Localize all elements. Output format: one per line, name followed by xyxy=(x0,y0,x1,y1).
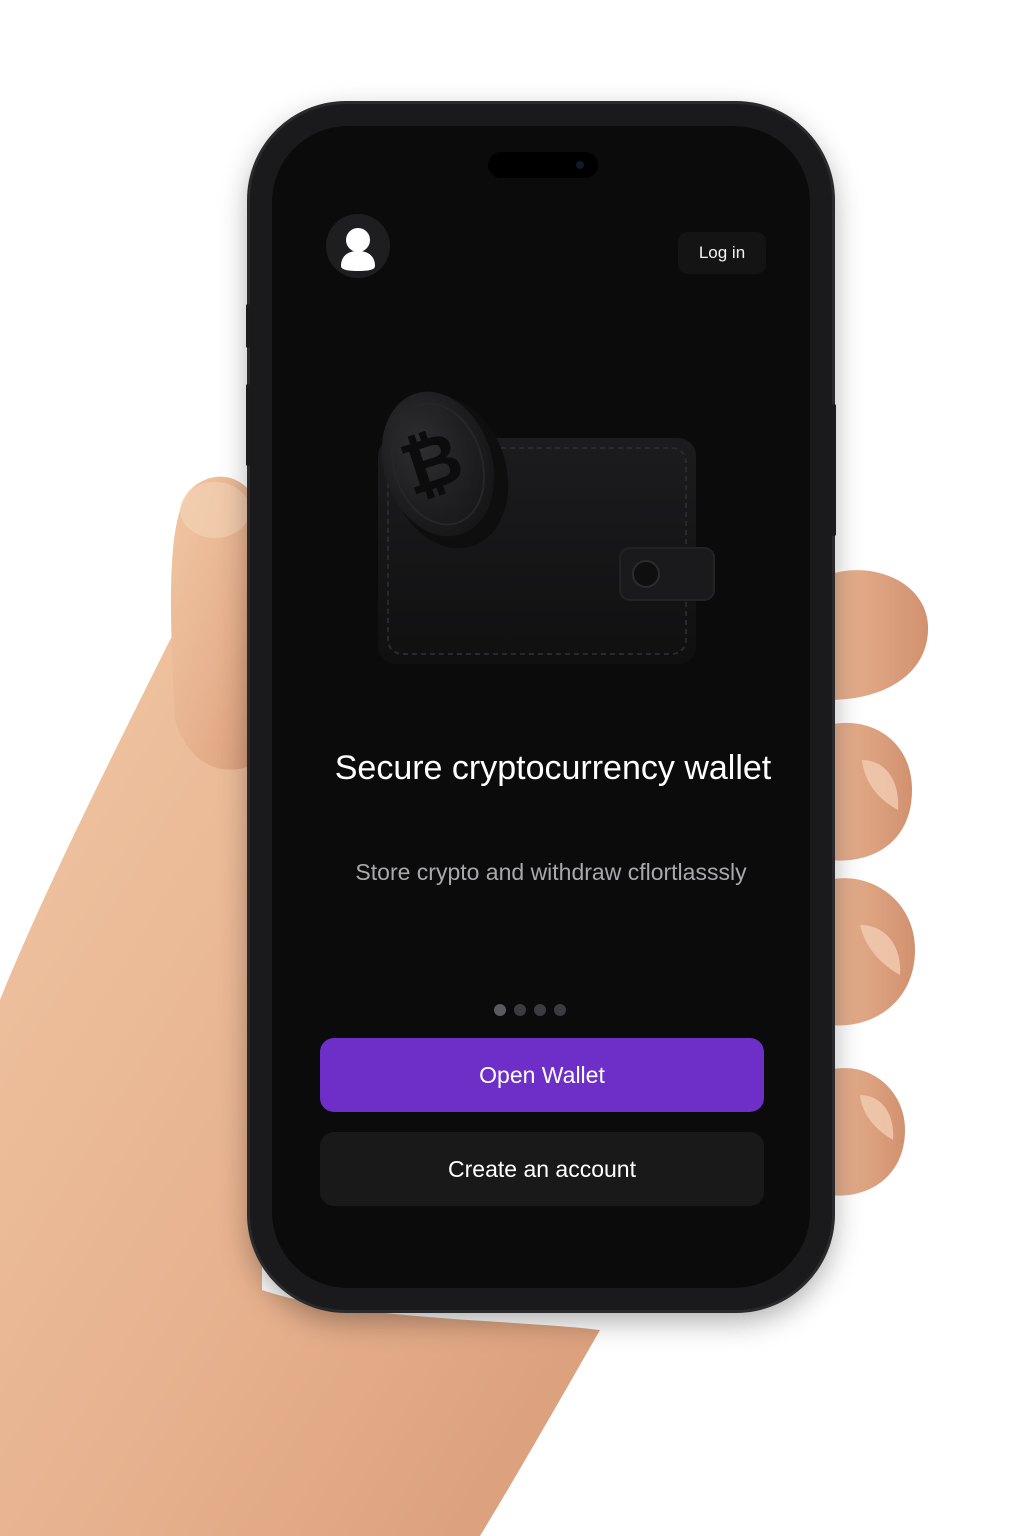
app-scene: Log in ₿ Secure cryptocurrency wallet St… xyxy=(0,0,1024,1536)
user-icon xyxy=(341,228,375,271)
page-dot[interactable] xyxy=(514,1004,526,1016)
open-wallet-button[interactable]: Open Wallet xyxy=(320,1038,764,1112)
page-indicator xyxy=(494,1004,566,1016)
login-button[interactable]: Log in xyxy=(678,232,766,274)
create-account-button[interactable]: Create an account xyxy=(320,1132,764,1206)
camera-lens xyxy=(576,161,584,169)
phone-power-button xyxy=(832,404,836,536)
page-dot[interactable] xyxy=(554,1004,566,1016)
onboarding-subtitle: Store crypto and withdraw cflortlasssly xyxy=(355,859,747,885)
dynamic-island xyxy=(488,152,598,178)
wallet-illustration: ₿ xyxy=(378,391,715,664)
wallet-button xyxy=(632,560,660,588)
phone-volume-button xyxy=(246,384,250,466)
phone-frame: Log in ₿ Secure cryptocurrency wallet St… xyxy=(246,104,836,1310)
page-dot[interactable] xyxy=(494,1004,506,1016)
profile-avatar-button[interactable] xyxy=(326,214,390,278)
phone-screen: Log in ₿ Secure cryptocurrency wallet St… xyxy=(272,126,810,1288)
onboarding-title: Secure cryptocurrency wallet xyxy=(334,749,772,787)
page-dot[interactable] xyxy=(534,1004,546,1016)
phone-mute-switch xyxy=(246,304,250,348)
